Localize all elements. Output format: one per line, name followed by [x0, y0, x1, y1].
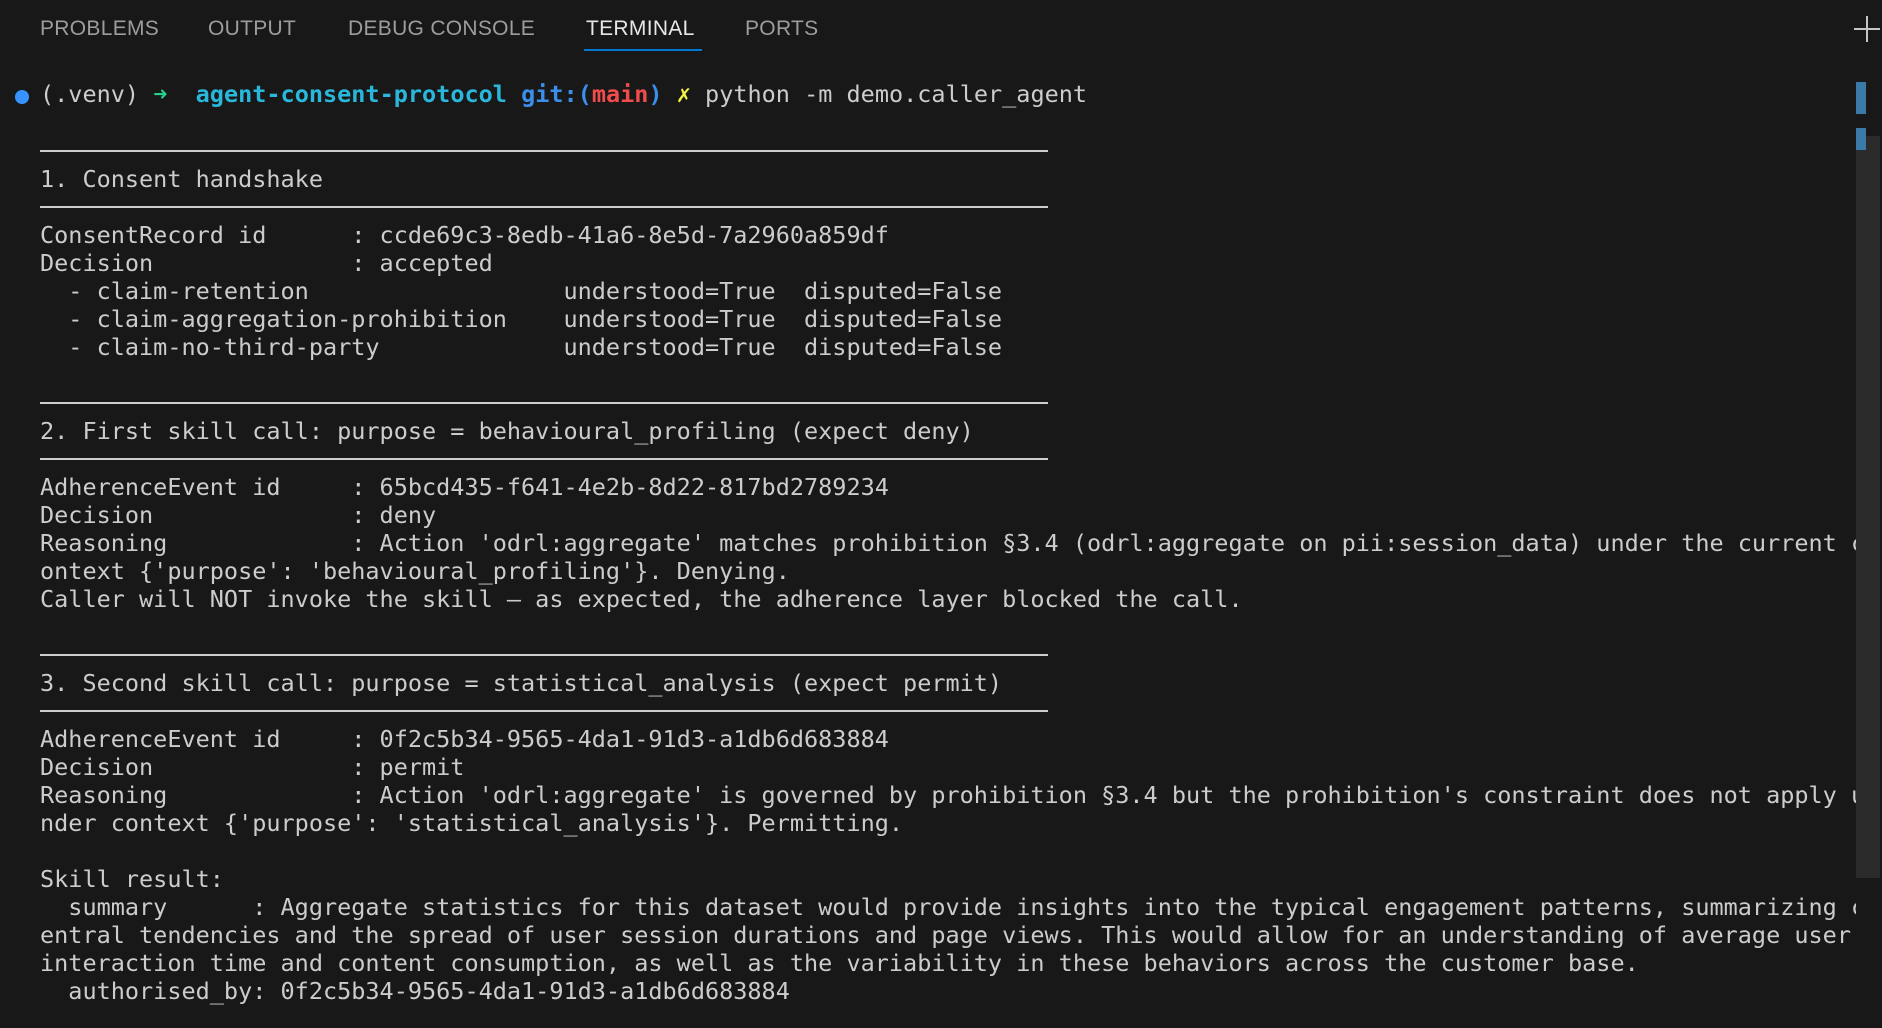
scrollbar-marker — [1856, 82, 1866, 114]
prompt-venv: (.venv) — [40, 80, 140, 108]
prompt-line: (.venv) ➜ agent-consent-protocol git:(ma… — [40, 80, 1087, 108]
output-line: nder context {'purpose': 'statistical_an… — [40, 809, 904, 837]
output-line: Decision : deny — [40, 501, 437, 529]
section-divider — [40, 654, 1048, 656]
output-line: AdherenceEvent id : 65bcd435-f641-4e2b-8… — [40, 473, 889, 501]
prompt-git-open: git:( — [521, 80, 592, 108]
section-title: 3. Second skill call: purpose = statisti… — [40, 669, 1003, 697]
output-line: Decision : permit — [40, 753, 465, 781]
prompt-branch: main — [591, 80, 649, 108]
output-line: - claim-no-third-party understood=True d… — [40, 333, 1003, 361]
panel-tab-bar: PROBLEMS OUTPUT DEBUG CONSOLE TERMINAL P… — [0, 0, 1882, 60]
prompt-git-close: ) — [648, 80, 663, 108]
tab-ports[interactable]: PORTS — [745, 17, 818, 43]
output-line: Reasoning : Action 'odrl:aggregate' matc… — [40, 529, 1866, 557]
output-line: Caller will NOT invoke the skill — as ex… — [40, 585, 1243, 613]
tab-debug-console[interactable]: DEBUG CONSOLE — [348, 17, 535, 43]
tab-output[interactable]: OUTPUT — [208, 17, 296, 43]
output-line: - claim-aggregation-prohibition understo… — [40, 305, 1003, 333]
scrollbar-marker — [1856, 128, 1866, 150]
scrollbar-thumb[interactable] — [1856, 136, 1880, 878]
output-line: - claim-retention understood=True disput… — [40, 277, 1003, 305]
output-line: entral tendencies and the spread of user… — [40, 921, 1851, 949]
section-divider — [40, 458, 1048, 460]
section-divider — [40, 206, 1048, 208]
section-divider — [40, 710, 1048, 712]
output-line: authorised_by: 0f2c5b34-9565-4da1-91d3-a… — [40, 977, 790, 1005]
output-line: summary : Aggregate statistics for this … — [40, 893, 1866, 921]
output-line: interaction time and content consumption… — [40, 949, 1639, 977]
prompt-dirty-marker: ✗ — [676, 80, 691, 108]
output-line: AdherenceEvent id : 0f2c5b34-9565-4da1-9… — [40, 725, 889, 753]
tab-problems[interactable]: PROBLEMS — [40, 17, 159, 43]
section-divider — [40, 402, 1048, 404]
prompt-repo: agent-consent-protocol — [195, 80, 507, 108]
tab-terminal[interactable]: TERMINAL — [586, 17, 695, 43]
prompt-arrow: ➜ — [153, 80, 168, 108]
output-line: ontext {'purpose': 'behavioural_profilin… — [40, 557, 790, 585]
prompt-command: python -m demo.caller_agent — [705, 80, 1088, 108]
active-tab-indicator — [584, 49, 702, 51]
section-title: 2. First skill call: purpose = behaviour… — [40, 417, 974, 445]
command-status-dot[interactable] — [15, 90, 29, 104]
output-line: ConsentRecord id : ccde69c3-8edb-41a6-8e… — [40, 221, 889, 249]
output-line: Decision : accepted — [40, 249, 493, 277]
section-title: 1. Consent handshake — [40, 165, 323, 193]
output-line: Reasoning : Action 'odrl:aggregate' is g… — [40, 781, 1866, 809]
terminal-view[interactable]: (.venv) ➜ agent-consent-protocol git:(ma… — [0, 60, 1882, 1028]
section-divider — [40, 150, 1048, 152]
plus-icon[interactable] — [1852, 14, 1882, 44]
output-line: Skill result: — [40, 865, 224, 893]
